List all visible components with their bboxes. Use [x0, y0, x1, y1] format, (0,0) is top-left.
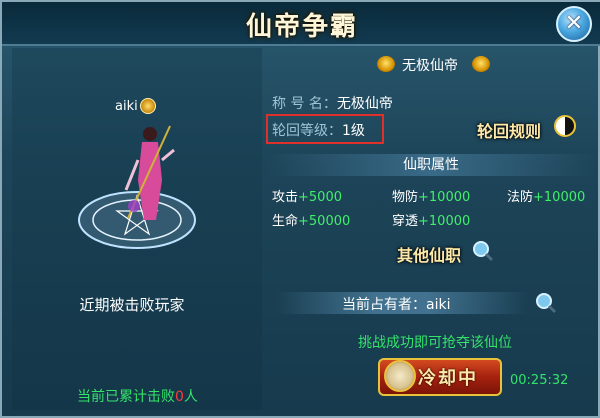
level-info: 轮回等级：1级	[272, 120, 365, 140]
owner-name: aiki	[426, 297, 451, 313]
stat-penetration: 穿透+10000	[392, 210, 470, 229]
title-value: 无极仙帝	[336, 96, 393, 112]
stat-magic-defense: 法防+10000	[507, 186, 585, 205]
stat-value: +10000	[418, 190, 471, 205]
yin-yang-icon[interactable]	[554, 115, 576, 137]
rank-emblem-icon	[140, 98, 156, 114]
title-label: 称 号 名：	[272, 96, 337, 112]
clock-icon	[384, 360, 416, 392]
rank-orb-right-icon	[472, 56, 490, 72]
owner-label: 当前占有者：	[342, 297, 426, 313]
stat-label: 攻击	[272, 190, 299, 205]
rules-link[interactable]: 轮回规则	[477, 118, 541, 142]
title-info: 称 号 名：无极仙帝	[272, 93, 393, 113]
rank-name: 无极仙帝	[402, 58, 458, 74]
defeat-count-suffix: 人	[183, 389, 198, 405]
stat-label: 穿透	[392, 214, 419, 229]
game-panel: 仙帝争霸 ✕ aiki 近期被击败玩家 当前已累计击败0人 无极仙帝 称 号 名…	[0, 0, 600, 418]
owner-magnifier-icon[interactable]	[535, 292, 557, 314]
window-title: 仙帝争霸	[245, 12, 358, 42]
attributes-header: 仙职属性	[266, 154, 596, 176]
stat-label: 法防	[507, 190, 534, 205]
defeat-count-prefix: 当前已累计击败	[77, 389, 175, 405]
level-label: 轮回等级：	[272, 123, 342, 139]
level-value: 1级	[342, 123, 365, 139]
defeat-count: 当前已累计击败0人	[77, 386, 198, 406]
character-avatar	[124, 125, 175, 220]
cooldown-button-label: 冷却中	[418, 368, 478, 389]
stat-label: 生命	[272, 214, 299, 229]
stat-health: 生命+50000	[272, 210, 350, 229]
challenge-hint: 挑战成功即可抢夺该仙位	[358, 335, 512, 351]
close-icon[interactable]: ✕	[556, 6, 592, 42]
defeat-count-value: 0	[175, 389, 184, 405]
rank-orb-left-icon	[377, 56, 395, 72]
stat-value: +10000	[418, 214, 471, 229]
title-bar: 仙帝争霸	[2, 2, 600, 46]
stat-value: +50000	[298, 214, 351, 229]
player-name: aiki	[115, 99, 138, 114]
other-posts-link[interactable]: 其他仙职	[397, 242, 461, 266]
cooldown-timer: 00:25:32	[510, 373, 569, 388]
magnifier-icon[interactable]	[472, 240, 494, 262]
stat-value: +10000	[533, 190, 586, 205]
stat-physical-defense: 物防+10000	[392, 186, 470, 205]
stat-attack: 攻击+5000	[272, 186, 342, 205]
current-owner: 当前占有者：aiki	[2, 294, 600, 314]
stat-value: +5000	[298, 190, 342, 205]
stat-label: 物防	[392, 190, 419, 205]
